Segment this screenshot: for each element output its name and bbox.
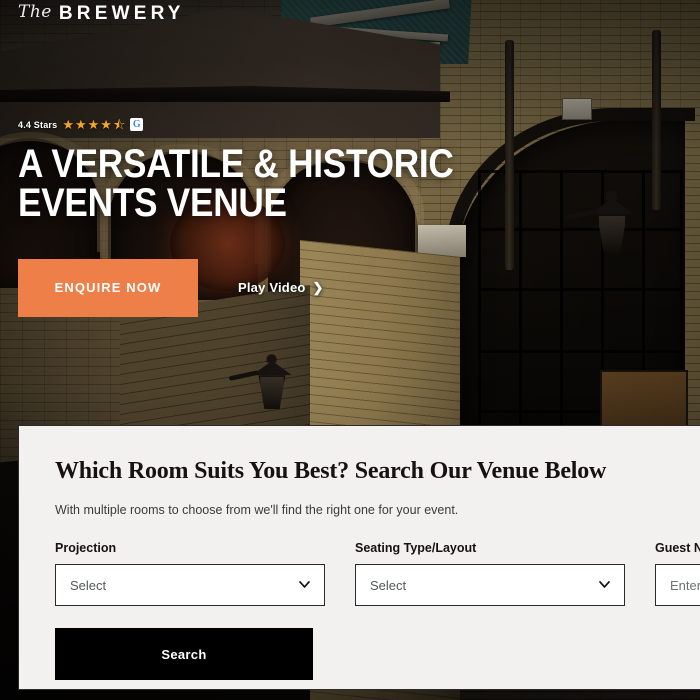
site-logo[interactable]: The BREWERY: [18, 2, 185, 24]
hero-headline: A VERSATILE & HISTORIC EVENTS VENUE: [18, 142, 454, 225]
search-fields-row: Projection Select Seating Type/Layout Se…: [55, 541, 700, 606]
seating-type-label: Seating Type/Layout: [355, 541, 477, 555]
projection-label: Projection: [55, 541, 117, 555]
search-panel-title: Which Room Suits You Best? Search Our Ve…: [55, 458, 607, 484]
chevron-down-icon: [299, 579, 310, 590]
field-projection: Projection Select: [55, 541, 325, 606]
search-panel-subtitle: With multiple rooms to choose from we'll…: [55, 503, 459, 517]
star-icon: ★: [62, 117, 74, 132]
guest-numbers-input[interactable]: Enter Capacity: [655, 564, 700, 606]
field-seating-type-layout: Seating Type/Layout Select: [355, 541, 625, 606]
play-video-label: Play Video: [238, 280, 306, 296]
star-icon: ★: [74, 117, 87, 132]
rating-badge: 4.4 Stars ★ ★ ★ ★ ⯪ G: [18, 118, 458, 131]
star-icon: ★: [87, 117, 100, 132]
guest-numbers-placeholder: Enter Capacity: [670, 577, 700, 593]
chevron-down-icon: [599, 579, 610, 590]
guest-numbers-label: Guest Numbers: [655, 541, 700, 555]
rating-score-label: 4.4 Stars: [18, 119, 58, 130]
search-button[interactable]: Search: [55, 628, 313, 680]
venue-search-panel: Which Room Suits You Best? Search Our Ve…: [18, 425, 700, 690]
star-icon: ★: [100, 117, 112, 132]
play-video-link[interactable]: Play Video ❯: [238, 280, 324, 296]
star-rating-icons: ★ ★ ★ ★ ⯪: [62, 118, 125, 131]
field-guest-numbers: Guest Numbers Enter Capacity: [655, 541, 700, 606]
hero-cta-row: ENQUIRE NOW Play Video ❯: [18, 258, 458, 317]
hero-content: 4.4 Stars ★ ★ ★ ★ ⯪ G A VERSATILE & HIST…: [18, 118, 458, 317]
seating-type-select[interactable]: Select: [355, 564, 625, 606]
projection-value: Select: [70, 577, 107, 593]
enquire-now-button[interactable]: ENQUIRE NOW: [18, 258, 198, 317]
projection-select[interactable]: Select: [55, 564, 325, 606]
logo-brewery-text: BREWERY: [58, 3, 185, 24]
half-star-icon: ⯪: [112, 117, 126, 132]
google-g-icon: G: [130, 118, 144, 131]
logo-the-text: The: [18, 2, 52, 22]
seating-type-value: Select: [370, 577, 407, 593]
chevron-right-icon: ❯: [312, 279, 324, 295]
